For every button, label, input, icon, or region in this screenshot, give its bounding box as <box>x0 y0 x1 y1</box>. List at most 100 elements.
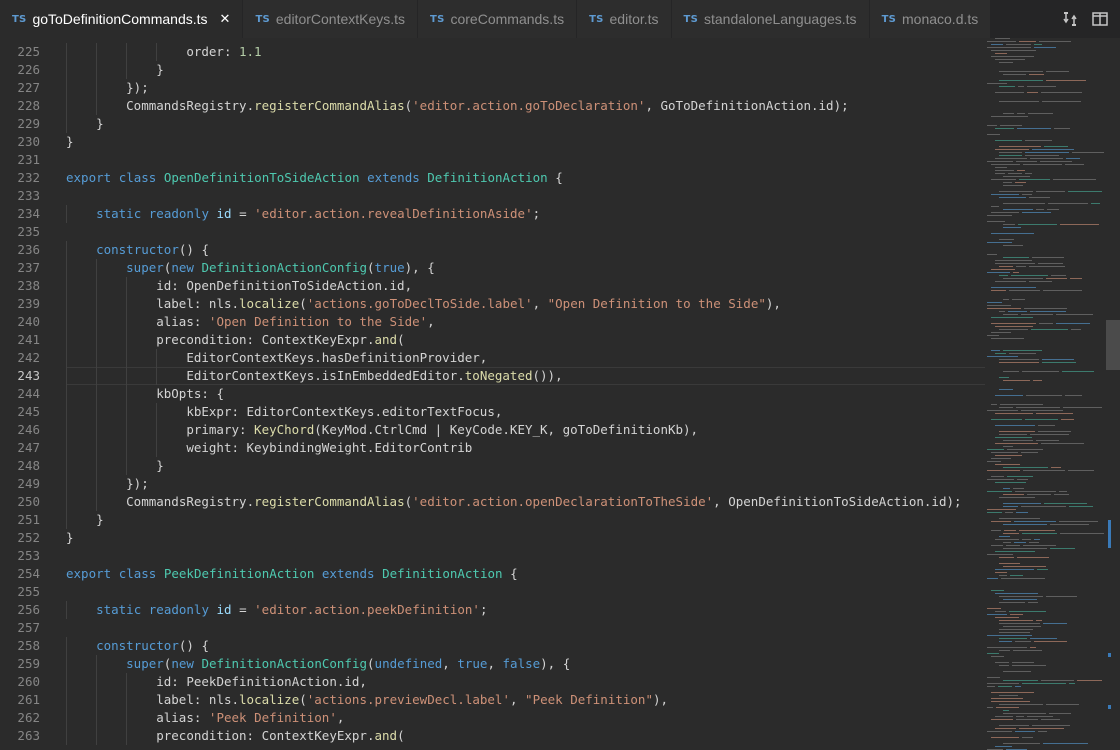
minimap-line <box>995 464 1020 465</box>
minimap-line <box>1028 602 1038 603</box>
code-line[interactable]: 226} <box>0 61 1000 79</box>
code-line[interactable]: 225 order: 1.1 <box>0 43 1000 61</box>
minimap-line <box>1036 440 1059 441</box>
indent-guide <box>96 493 98 511</box>
code-token: DefinitionActionConfig <box>201 656 368 671</box>
code-token: true <box>374 260 405 275</box>
minimap[interactable] <box>985 38 1110 750</box>
indent-guide <box>126 277 128 295</box>
code-line[interactable]: 244 kbOpts: { <box>0 385 1000 403</box>
code-line[interactable]: 249}); <box>0 475 1000 493</box>
code-line[interactable]: 233 <box>0 187 1000 205</box>
indent-guide <box>126 367 128 385</box>
code-line[interactable]: 263 precondition: ContextKeyExpr.and( <box>0 727 1000 745</box>
code-line[interactable]: 255 <box>0 583 1000 601</box>
tab-4[interactable]: TS standaloneLanguages.ts <box>671 0 870 38</box>
code-line[interactable]: 245 kbExpr: EditorContextKeys.editorTextF… <box>0 403 1000 421</box>
tab-3[interactable]: TS editor.ts <box>577 0 672 38</box>
code-line[interactable]: 262 alias: 'Peek Definition', <box>0 709 1000 727</box>
editor-tab-bar: TS goToDefinitionCommands.ts ✕ TS editorCont… <box>0 0 1120 38</box>
minimap-line <box>999 563 1020 564</box>
code-line[interactable]: 252} <box>0 529 1000 547</box>
tab-2[interactable]: TS coreCommands.ts <box>418 0 578 38</box>
code-line[interactable]: 235 <box>0 223 1000 241</box>
minimap-line <box>1042 359 1074 360</box>
minimap-line <box>1050 524 1089 525</box>
code-token: constructor <box>96 242 179 257</box>
code-line[interactable]: 232 export class OpenDefinitionToSideActi… <box>0 169 1000 187</box>
minimap-line <box>987 509 1016 510</box>
vertical-scrollbar[interactable] <box>1106 38 1120 750</box>
compare-changes-icon[interactable] <box>1060 9 1080 29</box>
code-line[interactable]: 231 <box>0 151 1000 169</box>
minimap-line <box>1026 395 1062 396</box>
minimap-line <box>1043 290 1082 291</box>
tab-1[interactable]: TS editorContextKeys.ts <box>243 0 419 38</box>
code-line[interactable]: 228 CommandsRegistry.registerCommandAlias… <box>0 97 1000 115</box>
code-line[interactable]: 229} <box>0 115 1000 133</box>
minimap-line <box>999 629 1033 630</box>
split-editor-icon[interactable] <box>1090 9 1110 29</box>
code-line[interactable]: 240 alias: 'Open Definition to the Side', <box>0 313 1000 331</box>
minimap-line <box>991 290 1006 291</box>
minimap-line <box>1039 41 1071 42</box>
code-line[interactable]: 237 super(new DefinitionActionConfig(true… <box>0 259 1000 277</box>
minimap-line <box>1023 545 1056 546</box>
code-editor[interactable]: 225 order: 1.1 226} 227}); 228 CommandsRegist… <box>0 38 1120 750</box>
code-line[interactable]: 253 <box>0 547 1000 565</box>
code-token: localize <box>239 296 300 311</box>
minimap-line <box>1029 281 1052 282</box>
code-line[interactable]: 250 CommandsRegistry.registerCommandAlias… <box>0 493 1000 511</box>
code-line[interactable]: 261 label: nls.localize('actions.previewD… <box>0 691 1000 709</box>
minimap-line <box>1065 395 1082 396</box>
line-number: 255 <box>17 584 40 599</box>
minimap-line <box>991 698 1023 699</box>
code-line[interactable]: 256 static readonly id = 'editor.action.p… <box>0 601 1000 619</box>
line-number: 245 <box>17 404 40 419</box>
tab-0[interactable]: TS goToDefinitionCommands.ts ✕ <box>0 0 244 38</box>
code-line[interactable]: 254 export class PeekDefinitionAction ext… <box>0 565 1000 583</box>
indent-guide <box>66 727 67 745</box>
scrollbar-thumb[interactable] <box>1106 320 1120 370</box>
code-editor-window: TS goToDefinitionCommands.ts ✕ TS editorCont… <box>0 0 1120 750</box>
code-line[interactable]: 260 id: PeekDefinitionAction.id, <box>0 673 1000 691</box>
code-token: } <box>66 530 74 545</box>
indent-guide <box>66 97 67 115</box>
code-line[interactable]: 230} <box>0 133 1000 151</box>
code-line[interactable]: 239 label: nls.localize('actions.goToDecl… <box>0 295 1000 313</box>
tab-label: coreCommands.ts <box>450 11 565 27</box>
line-number: 259 <box>17 656 40 671</box>
code-line[interactable]: 247 weight: KeybindingWeight.EditorContri… <box>0 439 1000 457</box>
code-line[interactable]: 259 super(new DefinitionActionConfig(unde… <box>0 655 1000 673</box>
scrollbar-marker <box>1108 705 1111 709</box>
code-line[interactable]: 227}); <box>0 79 1000 97</box>
code-line[interactable]: 236 constructor() { <box>0 241 1000 259</box>
code-line[interactable]: 243 EditorContextKeys.isInEmbeddedEditor.… <box>0 367 1066 385</box>
indent-guide <box>66 511 67 529</box>
scrollbar-marker <box>1108 520 1111 548</box>
minimap-line <box>1046 80 1086 81</box>
code-line[interactable]: 257 <box>0 619 1000 637</box>
code-line[interactable]: 241 precondition: ContextKeyExpr.and( <box>0 331 1000 349</box>
code-token: 'Peek Definition' <box>208 710 337 725</box>
indent-guide <box>126 709 128 727</box>
minimap-line <box>999 311 1005 312</box>
minimap-line <box>1021 506 1066 507</box>
code-text: }); <box>126 475 149 493</box>
indent-guide <box>96 475 98 493</box>
code-line[interactable]: 251} <box>0 511 1000 529</box>
code-line[interactable]: 242 EditorContextKeys.hasDefinitionProvid… <box>0 349 1000 367</box>
tab-5[interactable]: TS monaco.d.ts <box>869 0 992 38</box>
minimap-line <box>1047 209 1059 210</box>
code-line[interactable]: 258 constructor() { <box>0 637 1000 655</box>
typescript-file-icon: TS <box>589 13 604 25</box>
close-icon[interactable]: ✕ <box>220 12 231 27</box>
code-line[interactable]: 248} <box>0 457 1000 475</box>
code-line[interactable]: 246 primary: KeyChord(KeyMod.CtrlCmd | Ke… <box>0 421 1000 439</box>
code-line[interactable]: 238 id: OpenDefinitionToSideAction.id, <box>0 277 1000 295</box>
code-line[interactable]: 234 static readonly id = 'editor.action.r… <box>0 205 1000 223</box>
code-text: static readonly id = 'editor.action.peek… <box>96 601 487 619</box>
minimap-line <box>1068 191 1102 192</box>
minimap-line <box>987 272 1010 273</box>
